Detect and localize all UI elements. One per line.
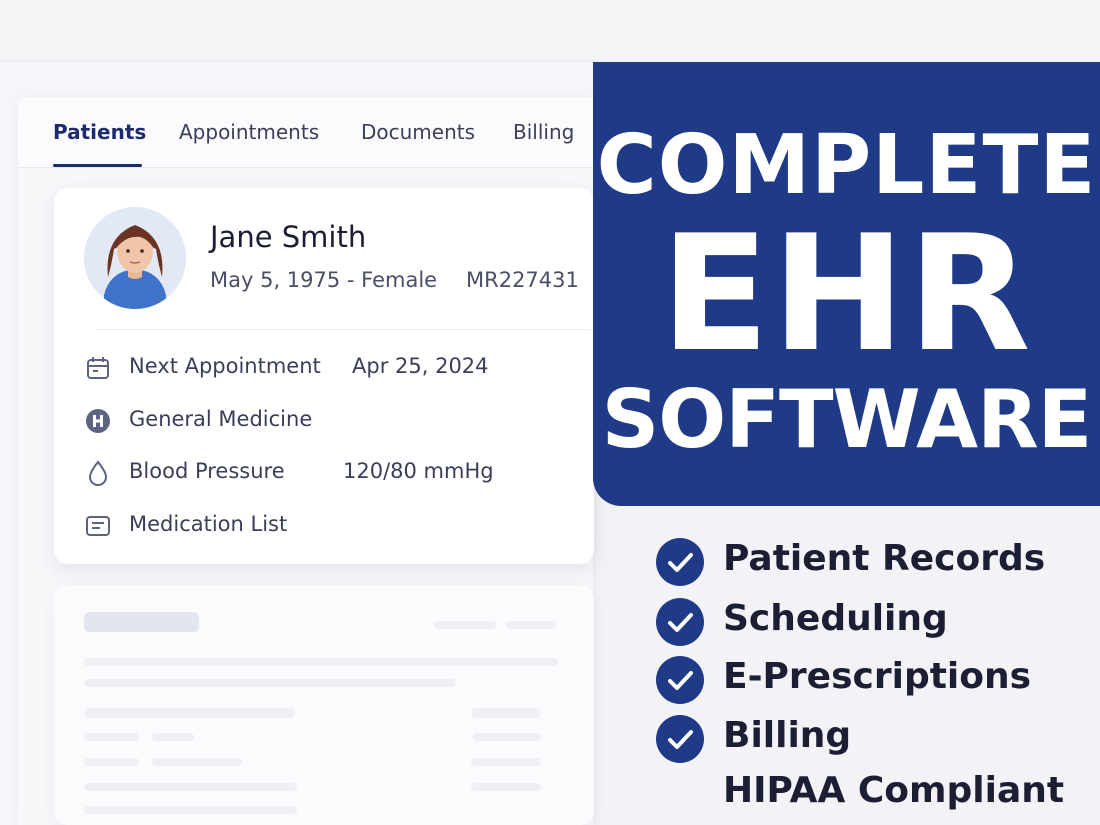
card-divider: [96, 329, 590, 330]
tab-patients[interactable]: Patients: [53, 120, 146, 144]
feature-patient-records: Patient Records: [723, 538, 1046, 579]
check-circle-icon: [656, 598, 704, 646]
check-circle-icon: [656, 656, 704, 704]
skeleton-line: [471, 758, 541, 766]
hospital-icon: [86, 409, 110, 433]
skeleton-line: [434, 621, 496, 629]
medication-list-link[interactable]: Medication List: [129, 512, 287, 536]
active-tab-indicator: [53, 164, 142, 167]
next-appointment-date[interactable]: Apr 25, 2024: [352, 354, 489, 378]
tab-billing[interactable]: Billing: [513, 120, 574, 144]
skeleton-line: [84, 679, 456, 687]
check-circle-icon: [656, 538, 704, 586]
skeleton-line: [84, 806, 297, 814]
feature-e-prescriptions: E-Prescriptions: [723, 656, 1032, 697]
document-list-icon: [86, 516, 110, 536]
patient-name: Jane Smith: [210, 220, 367, 254]
department-label: General Medicine: [129, 407, 313, 431]
skeleton-line: [84, 733, 139, 741]
promo-headline-complete: COMPLETE: [596, 118, 1097, 213]
skeleton-line: [471, 708, 541, 718]
blood-drop-icon: [88, 460, 108, 486]
skeleton-heading: [84, 612, 199, 632]
skeleton-line: [471, 783, 541, 791]
promo-headline-software: SOFTWARE: [601, 373, 1093, 466]
patient-avatar[interactable]: [84, 207, 186, 309]
next-appointment-label: Next Appointment: [129, 354, 321, 378]
patient-mrn: MR227431: [466, 268, 579, 292]
patient-dob-sex: May 5, 1975 - Female: [210, 268, 438, 292]
feature-hipaa-compliant: HIPAA Compliant: [723, 770, 1065, 811]
skeleton-line: [84, 708, 295, 718]
skeleton-line: [84, 783, 297, 791]
avatar-illustration: [84, 207, 186, 309]
top-band: [0, 0, 1100, 62]
promo-headline-ehr: EHR: [660, 200, 1033, 387]
tab-appointments[interactable]: Appointments: [179, 120, 319, 144]
skeleton-line: [152, 758, 242, 766]
skeleton-line: [473, 733, 541, 741]
check-circle-icon: [656, 715, 704, 763]
blood-pressure-label: Blood Pressure: [129, 459, 285, 483]
skeleton-line: [152, 733, 194, 741]
feature-scheduling: Scheduling: [723, 598, 948, 639]
feature-billing: Billing: [723, 715, 852, 756]
calendar-icon: [87, 357, 109, 379]
blood-pressure-value: 120/80 mmHg: [343, 459, 494, 483]
skeleton-line: [84, 758, 139, 766]
skeleton-line: [84, 658, 558, 666]
skeleton-line: [506, 621, 556, 629]
tab-documents[interactable]: Documents: [361, 120, 475, 144]
